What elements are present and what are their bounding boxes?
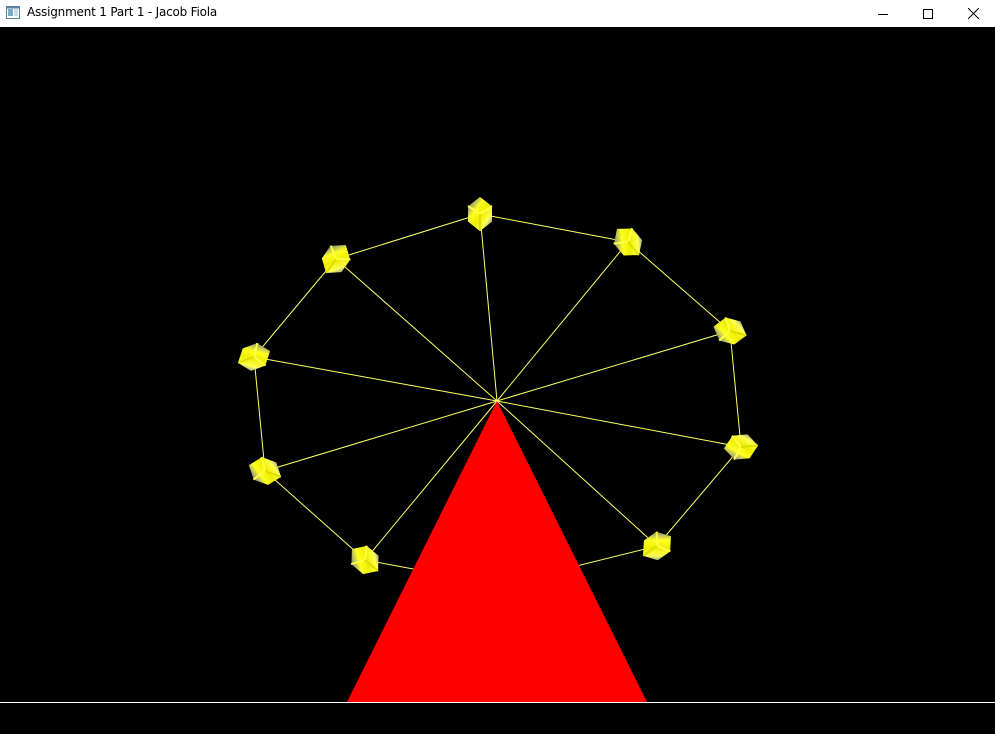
rim-segment [627,241,731,332]
minimize-button[interactable] [860,0,906,27]
window-title: Assignment 1 Part 1 - Jacob Fiola [27,5,218,19]
close-icon [967,8,979,19]
rim-segment [335,213,481,260]
spoke [496,241,629,402]
render-canvas[interactable] [0,27,995,734]
rim-segment [656,446,742,547]
gondola [713,317,747,345]
wheel-stand [347,401,647,702]
minimize-icon [878,13,888,15]
ferris-wheel-scene [0,196,995,703]
maximize-icon [923,8,933,19]
spoke [496,330,731,402]
gondola [350,545,379,575]
close-button[interactable] [950,0,995,27]
spoke [479,213,498,402]
rim-segment [479,213,629,243]
application-window: Assignment 1 Part 1 - Jacob Fiola [0,0,995,734]
spoke [253,356,498,402]
window-app-icon[interactable] [6,6,20,19]
spoke [264,400,498,472]
title-bar[interactable]: Assignment 1 Part 1 - Jacob Fiola [0,0,995,27]
gondola [321,244,351,274]
gondola [237,342,271,371]
gondola [613,227,643,256]
gondola [723,434,759,461]
rim-segment [264,470,366,561]
rim-segment [253,356,266,472]
gondola [467,196,493,232]
rim-segment [253,258,337,358]
spoke [496,400,742,448]
spoke [335,258,498,402]
maximize-button[interactable] [905,0,951,27]
rim-segment [729,330,742,448]
